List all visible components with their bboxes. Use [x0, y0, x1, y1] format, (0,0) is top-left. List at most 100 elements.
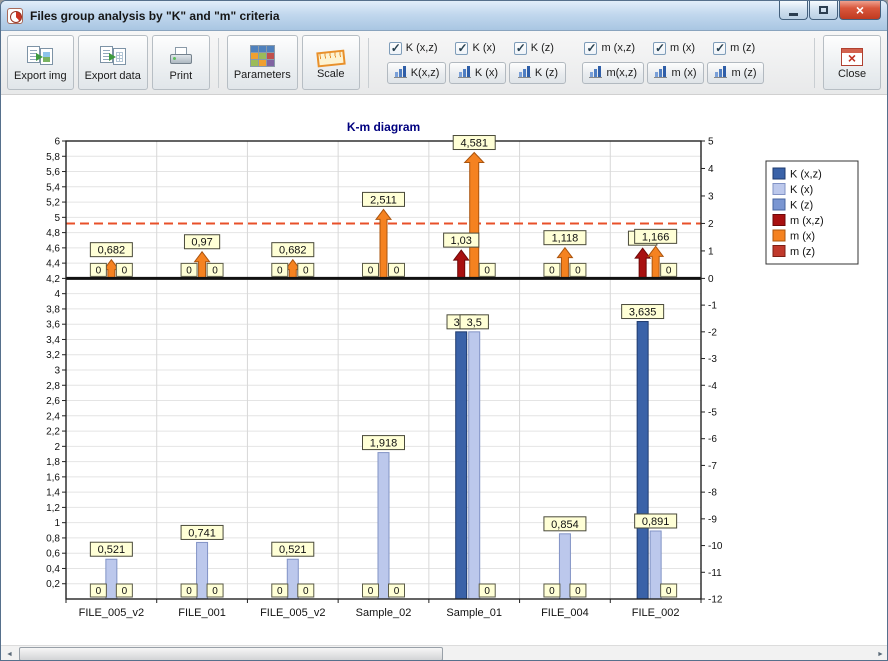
right-axis-label: 4: [708, 164, 714, 175]
value-label: 0,741: [188, 527, 216, 539]
left-axis-label: 5,8: [46, 152, 60, 163]
value-label: 1,03: [451, 235, 472, 247]
value-label: 3,5: [467, 317, 482, 329]
checkbox-box-icon[interactable]: [653, 42, 666, 55]
category-label: FILE_001: [178, 607, 226, 619]
right-axis-label: -11: [708, 568, 722, 579]
value-label: 0,682: [279, 245, 307, 257]
zero-label: 0: [368, 265, 374, 276]
series-button-k-x-z[interactable]: K(x,z): [387, 62, 447, 84]
category-label: Sample_02: [356, 607, 412, 619]
checkbox-row: m (x,z) m (x) m (z): [582, 42, 764, 55]
left-axis-label: 3: [54, 366, 60, 377]
export-img-button[interactable]: Export img: [7, 35, 74, 90]
toolbar: Export img Export data Print Parameters: [1, 31, 887, 95]
zero-label: 0: [96, 586, 102, 597]
right-axis-label: -2: [708, 327, 717, 338]
minimize-icon: [789, 13, 798, 16]
toolbar-separator: [218, 38, 219, 88]
zero-label: 0: [277, 265, 283, 276]
checkbox-k-x-z[interactable]: K (x,z): [389, 42, 438, 55]
zero-label: 0: [122, 265, 128, 276]
print-label: Print: [170, 70, 193, 82]
checkbox-k-z[interactable]: K (z): [514, 42, 554, 55]
left-axis-label: 0,6: [46, 549, 60, 560]
checkbox-box-icon[interactable]: [713, 42, 726, 55]
series-group: m (x,z)m (x)m (z)m(x,z)m (x)m (z): [582, 42, 764, 84]
checkbox-m-x[interactable]: m (x): [653, 42, 695, 55]
zero-label: 0: [303, 265, 309, 276]
left-axis-label: 4: [54, 289, 60, 300]
left-axis-label: 3,6: [46, 320, 60, 331]
series-button-m-x-z[interactable]: m(x,z): [582, 62, 644, 84]
value-label: 0,891: [642, 516, 670, 528]
series-button-k-z[interactable]: K (z): [509, 62, 566, 84]
value-label: 1,166: [642, 231, 670, 243]
checkbox-label: m (z): [730, 42, 755, 54]
parameters-icon: [250, 45, 275, 67]
checkbox-k-x[interactable]: K (x): [455, 42, 495, 55]
km-diagram-chart: 0,20,40,60,811,21,41,61,822,22,42,62,833…: [1, 95, 888, 645]
series-button-m-x[interactable]: m (x): [647, 62, 704, 84]
left-axis-label: 5,2: [46, 198, 60, 209]
scrollbar-thumb[interactable]: [19, 647, 443, 661]
right-axis-label: -10: [708, 541, 723, 552]
checkbox-label: K (z): [531, 42, 554, 54]
export-data-button[interactable]: Export data: [78, 35, 148, 90]
bar: [287, 559, 298, 599]
scroll-right-button[interactable]: ►: [872, 646, 888, 661]
checkbox-m-z[interactable]: m (z): [713, 42, 755, 55]
legend-label: m (x): [790, 231, 815, 243]
checkbox-box-icon[interactable]: [584, 42, 597, 55]
series-button-k-x[interactable]: K (x): [449, 62, 506, 84]
left-axis-label: 3,8: [46, 304, 60, 315]
left-axis-label: 0,2: [46, 579, 60, 590]
scrollbar-track[interactable]: [18, 646, 872, 661]
checkbox-m-x-z[interactable]: m (x,z): [584, 42, 635, 55]
export-img-icon: [26, 44, 54, 68]
left-axis-label: 2,4: [46, 411, 60, 422]
app-icon: [7, 8, 23, 24]
series-button-m-z[interactable]: m (z): [707, 62, 764, 84]
mini-bar-chart-icon: [654, 67, 667, 78]
minimize-button[interactable]: [779, 1, 808, 20]
checkbox-box-icon[interactable]: [514, 42, 527, 55]
close-window-button[interactable]: ×: [839, 1, 881, 20]
maximize-button[interactable]: [809, 1, 838, 20]
right-axis-label: 2: [708, 219, 714, 230]
series-button-label: K (x): [475, 67, 498, 79]
zero-label: 0: [666, 265, 672, 276]
checkbox-box-icon[interactable]: [389, 42, 402, 55]
scroll-left-button[interactable]: ◄: [1, 646, 18, 661]
left-axis-label: 5,6: [46, 167, 60, 178]
app-window: Files group analysis by "K" and "m" crit…: [0, 0, 888, 661]
left-axis-label: 0,8: [46, 533, 60, 544]
export-data-label: Export data: [85, 70, 141, 82]
maximize-icon: [819, 6, 828, 14]
value-label: 1,918: [370, 438, 398, 450]
print-button[interactable]: Print: [152, 35, 210, 90]
mini-bar-chart-icon: [394, 67, 407, 78]
left-axis-label: 5,4: [46, 182, 60, 193]
zero-label: 0: [549, 265, 555, 276]
left-axis-label: 1,6: [46, 472, 60, 483]
right-axis-label: -8: [708, 488, 717, 499]
mini-bar-chart-icon: [458, 67, 471, 78]
scale-button[interactable]: Scale: [302, 35, 360, 90]
checkbox-box-icon[interactable]: [455, 42, 468, 55]
checkbox-row: K (x,z) K (x) K (z): [387, 42, 567, 55]
category-label: Sample_01: [446, 607, 502, 619]
legend-swatch: [773, 246, 785, 257]
close-button[interactable]: Close: [823, 35, 881, 90]
toolbar-right: Close: [810, 35, 881, 90]
parameters-button[interactable]: Parameters: [227, 35, 298, 90]
horizontal-scrollbar[interactable]: ◄ ►: [1, 645, 888, 661]
value-label: 4,581: [460, 138, 488, 150]
window-title: Files group analysis by "K" and "m" crit…: [30, 9, 280, 23]
left-axis-label: 1,8: [46, 457, 60, 468]
zero-label: 0: [666, 586, 672, 597]
close-label: Close: [838, 68, 866, 80]
value-label: 0,521: [98, 544, 126, 556]
legend-label: K (z): [790, 200, 813, 212]
zero-label: 0: [303, 586, 309, 597]
